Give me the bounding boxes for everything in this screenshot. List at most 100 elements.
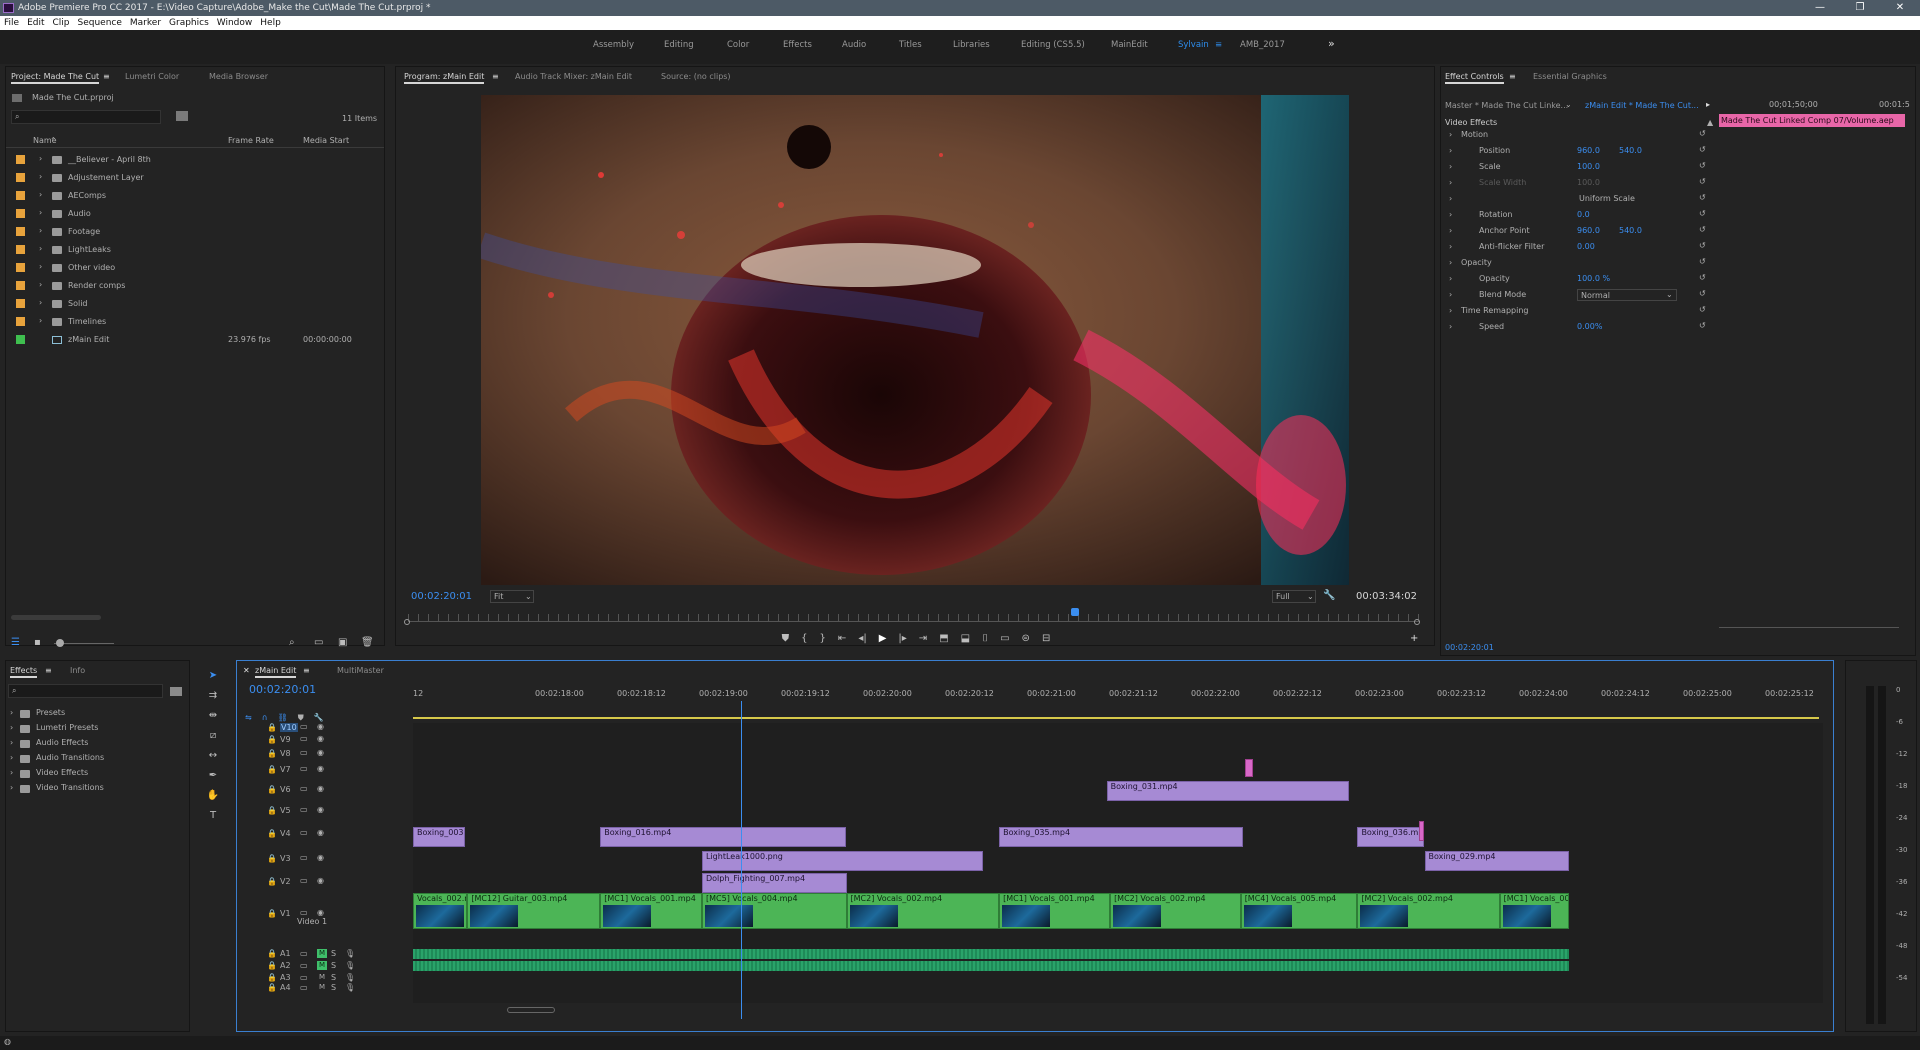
label-color-swatch[interactable]	[16, 173, 25, 182]
effect-property-value-1[interactable]: 960.0	[1577, 146, 1600, 155]
solo-button[interactable]: S	[331, 949, 336, 958]
reset-parameter-icon[interactable]: ↺	[1699, 273, 1706, 282]
expand-arrow-icon[interactable]: ›	[39, 190, 42, 199]
reset-parameter-icon[interactable]: ↺	[1699, 161, 1706, 170]
lock-icon[interactable]: 🔒	[267, 806, 277, 815]
effect-property-value-2[interactable]: 540.0	[1619, 226, 1642, 235]
lock-icon[interactable]: 🔒	[267, 765, 277, 774]
effects-tree-item[interactable]: › Presets	[6, 707, 191, 721]
lock-icon[interactable]: 🔒	[267, 877, 277, 886]
project-item-row[interactable]: › Audio	[6, 205, 384, 223]
workspace-titles[interactable]: Titles	[899, 40, 922, 50]
icon-view-icon[interactable]: ▪	[34, 637, 41, 648]
audio-track-header[interactable]: 🔒 A4 ▭ M S 🎙	[237, 983, 412, 994]
label-color-swatch[interactable]	[16, 191, 25, 200]
sync-lock-icon[interactable]: ▭	[300, 853, 308, 862]
pen-tool-icon[interactable]: ✒	[201, 770, 225, 790]
new-bin-icon[interactable]: ▭	[314, 637, 323, 648]
lock-icon[interactable]: 🔒	[267, 961, 277, 970]
accelerated-effects-icon[interactable]	[170, 687, 182, 696]
expand-arrow-icon[interactable]: ›	[39, 244, 42, 253]
sync-lock-icon[interactable]: ▭	[300, 748, 308, 757]
expand-arrow-icon[interactable]: ›	[39, 208, 42, 217]
project-item-row[interactable]: › Timelines	[6, 313, 384, 331]
scroll-up-icon[interactable]: ▲	[1707, 118, 1713, 127]
ripple-edit-tool-icon[interactable]: ⇹	[201, 710, 225, 730]
tab-media-browser[interactable]: Media Browser	[209, 72, 268, 81]
microphone-icon[interactable]: 🎙	[345, 973, 355, 982]
new-bin-from-search-icon[interactable]	[176, 111, 188, 121]
effect-property-row[interactable]: › Rotation 0.0 ↺	[1441, 209, 1711, 223]
fit-dropdown[interactable]: Fit ⌄	[490, 590, 534, 603]
project-item-row[interactable]: › Other video	[6, 259, 384, 277]
video-track-header[interactable]: 🔒 V9 ▭ ◉	[237, 733, 412, 747]
play-only-audio-icon[interactable]: ▸	[1706, 100, 1710, 109]
solo-button[interactable]: S	[331, 961, 336, 970]
effect-property-row[interactable]: › Scale Width 100.0 ↺	[1441, 177, 1711, 191]
wrench-icon[interactable]: 🔧	[1323, 590, 1335, 601]
effect-property-row[interactable]: › Uniform Scale ↺	[1441, 193, 1711, 207]
audio-track-header[interactable]: 🔒 A1 ▭ M S 🎙	[237, 949, 412, 960]
sync-lock-icon[interactable]: ▭	[300, 805, 308, 814]
hand-tool-icon[interactable]: ✋	[201, 790, 225, 810]
mute-button[interactable]: M	[317, 983, 327, 992]
effect-controls-menu-icon[interactable]: ≡	[1509, 72, 1516, 81]
timeline-clip-marker[interactable]	[1245, 759, 1254, 777]
project-item-row[interactable]: zMain Edit 23.976 fps 00:00:00:00	[6, 331, 384, 349]
effect-property-row[interactable]: › Time Remapping ↺	[1441, 305, 1711, 319]
expand-arrow-icon[interactable]: ›	[1449, 178, 1452, 187]
tab-effects[interactable]: Effects	[10, 666, 38, 678]
workspace-color[interactable]: Color	[727, 40, 749, 50]
reset-parameter-icon[interactable]: ↺	[1699, 193, 1706, 202]
go-to-in-icon[interactable]: ⇤	[838, 633, 846, 647]
tab-project[interactable]: Project: Made The Cut	[11, 72, 100, 84]
tab-source[interactable]: Source: (no clips)	[661, 72, 731, 81]
video-track-header[interactable]: 🔒 V3 ▭ ◉	[237, 847, 412, 871]
effect-property-row[interactable]: › Position 960.0 540.0 ↺	[1441, 145, 1711, 159]
eye-icon[interactable]: ◉	[317, 828, 324, 837]
solo-button[interactable]: S	[331, 983, 336, 992]
project-hscrollbar[interactable]	[11, 615, 101, 620]
lock-icon[interactable]: 🔒	[267, 723, 277, 732]
reset-parameter-icon[interactable]: ↺	[1699, 129, 1706, 138]
expand-arrow-icon[interactable]: ›	[1449, 306, 1452, 315]
lock-icon[interactable]: 🔒	[267, 983, 277, 992]
sync-lock-icon[interactable]: ▭	[300, 828, 308, 837]
project-item-row[interactable]: › Render comps	[6, 277, 384, 295]
expand-arrow-icon[interactable]: ›	[10, 738, 13, 747]
effects-search-input[interactable]: ⌕	[8, 684, 163, 698]
microphone-icon[interactable]: 🎙	[345, 949, 355, 958]
button-editor-plus-icon[interactable]: +	[1410, 633, 1418, 644]
timeline-ruler[interactable]: 12 00:02:18:00 00:02:18:12 00:02:19:00 00:02…	[413, 685, 1896, 715]
video-track-header[interactable]: 🔒 V6 ▭ ◉	[237, 779, 412, 801]
ec-clip-bar[interactable]: Made The Cut Linked Comp 07/Volume.aep	[1719, 114, 1905, 127]
sync-lock-icon[interactable]: ▭	[300, 784, 308, 793]
tab-audio-track-mixer[interactable]: Audio Track Mixer: zMain Edit	[515, 72, 632, 81]
video-track-header[interactable]: 🔒 V8 ▭ ◉	[237, 747, 412, 761]
audio-clip-waveform[interactable]	[413, 961, 1569, 971]
program-menu-icon[interactable]: ≡	[492, 72, 499, 81]
eye-icon[interactable]: ◉	[317, 764, 324, 773]
timeline-clip[interactable]: Boxing_031.mp4	[1106, 781, 1350, 801]
ruler-end-handle[interactable]	[1414, 619, 1420, 625]
razor-tool-icon[interactable]: ⧄	[201, 730, 225, 750]
reset-parameter-icon[interactable]: ↺	[1699, 209, 1706, 218]
ruler-start-handle[interactable]	[404, 619, 410, 625]
lock-icon[interactable]: 🔒	[267, 735, 277, 744]
trash-icon[interactable]: 🗑	[361, 637, 374, 648]
effects-tree-item[interactable]: › Video Effects	[6, 767, 191, 781]
extract-icon[interactable]: ⬓	[961, 633, 970, 647]
timeline-zoom-scrollbar[interactable]	[507, 1007, 555, 1013]
eye-icon[interactable]: ◉	[317, 876, 324, 885]
sync-lock-icon[interactable]: ▭	[300, 973, 308, 982]
expand-arrow-icon[interactable]: ›	[39, 172, 42, 181]
sync-lock-icon[interactable]: ▭	[300, 876, 308, 885]
new-item-icon[interactable]: ▣	[338, 637, 347, 648]
sync-lock-icon[interactable]: ▭	[300, 908, 308, 917]
lock-icon[interactable]: 🔒	[267, 973, 277, 982]
expand-arrow-icon[interactable]: ›	[1449, 322, 1452, 331]
expand-arrow-icon[interactable]: ›	[39, 298, 42, 307]
eye-icon[interactable]: ◉	[317, 734, 324, 743]
eye-icon[interactable]: ◉	[317, 908, 324, 917]
track-select-tool-icon[interactable]: ⇉	[201, 690, 225, 710]
